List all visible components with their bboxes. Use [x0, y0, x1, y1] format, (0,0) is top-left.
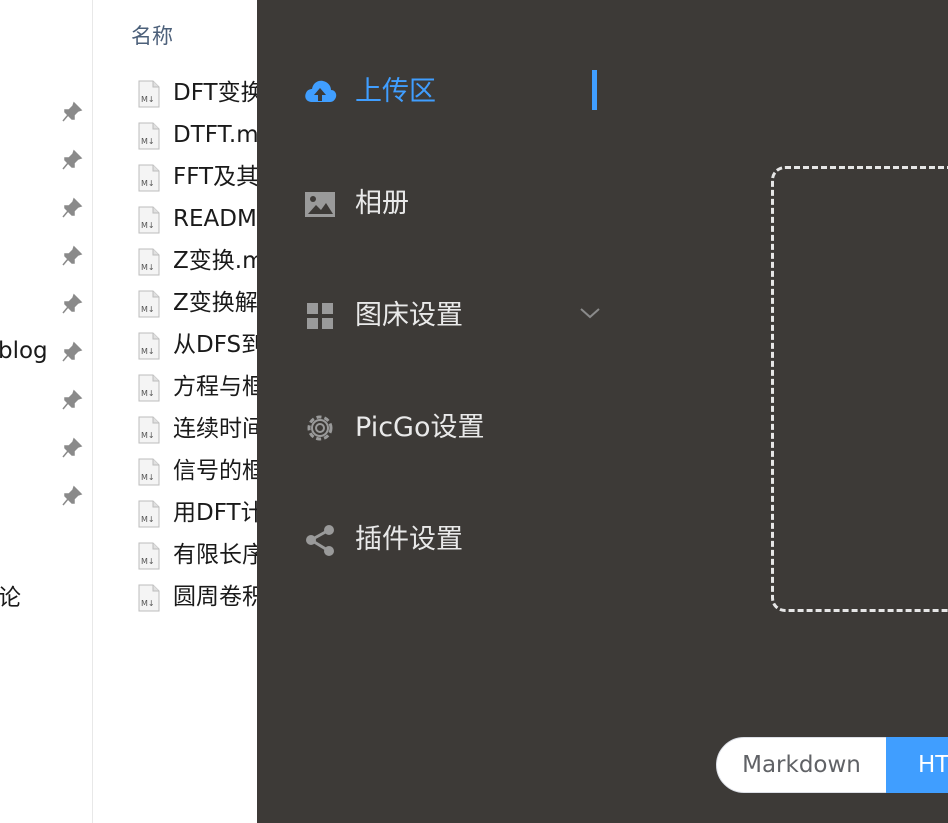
file-row[interactable]: M↓ 信号的框 — [137, 457, 263, 487]
file-row[interactable]: M↓ 圆周卷积 — [137, 583, 263, 613]
file-row[interactable]: M↓ DTFT.m — [137, 121, 263, 151]
pin-icon[interactable] — [61, 389, 83, 411]
pin-icon[interactable] — [61, 101, 83, 123]
quick-access-pane: blog 论 — [0, 0, 93, 823]
menu-label: PicGo设置 — [355, 412, 485, 443]
svg-text:M↓: M↓ — [141, 179, 155, 188]
markdown-file-icon: M↓ — [137, 500, 161, 528]
file-row[interactable]: M↓ 有限长序 — [137, 541, 263, 571]
pin-icon[interactable] — [61, 437, 83, 459]
file-row[interactable]: M↓ Z变换解 — [137, 289, 263, 319]
grid-icon — [303, 300, 337, 332]
file-name: DTFT.m — [173, 122, 259, 148]
file-row[interactable]: M↓ Z变换.m — [137, 247, 263, 277]
format-html-button[interactable]: HTML — [886, 737, 948, 793]
file-name: 方程与框 — [173, 374, 263, 400]
svg-text:M↓: M↓ — [141, 137, 155, 146]
markdown-file-icon: M↓ — [137, 374, 161, 402]
menu-label: 上传区 — [355, 76, 436, 107]
file-explorer-window: blog 论 名称 M↓ DFT变换 M↓ DTFT.m M↓ FFT及其 M↓ READM M… — [0, 0, 263, 823]
svg-text:M↓: M↓ — [141, 431, 155, 440]
file-name: 信号的框 — [173, 458, 263, 484]
file-name: 从DFS到 — [173, 332, 263, 358]
picgo-window: 上传区 相册 图床设置 PicGo设置 插件设置 Markdown HTML — [257, 0, 948, 823]
markdown-file-icon: M↓ — [137, 206, 161, 234]
markdown-file-icon: M↓ — [137, 122, 161, 150]
name-column-header[interactable]: 名称 — [131, 20, 173, 50]
file-row[interactable]: M↓ 用DFT计 — [137, 499, 263, 529]
svg-text:M↓: M↓ — [141, 557, 155, 566]
file-name: 连续时间 — [173, 416, 263, 442]
file-name: READM — [173, 206, 257, 232]
file-name: DFT变换 — [173, 80, 263, 106]
menu-item-gallery[interactable]: 相册 — [303, 184, 603, 224]
pin-icon[interactable] — [61, 197, 83, 219]
menu-item-upload[interactable]: 上传区 — [303, 72, 603, 112]
svg-text:M↓: M↓ — [141, 389, 155, 398]
svg-text:M↓: M↓ — [141, 599, 155, 608]
svg-text:M↓: M↓ — [141, 515, 155, 524]
menu-item-bed-settings[interactable]: 图床设置 — [303, 296, 603, 336]
markdown-file-icon: M↓ — [137, 332, 161, 360]
file-row[interactable]: M↓ 方程与框 — [137, 373, 263, 403]
file-name: 用DFT计 — [173, 500, 263, 526]
chevron-down-icon[interactable] — [579, 306, 601, 320]
menu-label: 图床设置 — [355, 300, 463, 331]
svg-text:M↓: M↓ — [141, 347, 155, 356]
file-row[interactable]: M↓ READM — [137, 205, 263, 235]
file-name: 有限长序 — [173, 542, 263, 568]
file-name: 圆周卷积 — [173, 584, 263, 610]
menu-item-plugin-settings[interactable]: 插件设置 — [303, 520, 603, 560]
menu-label: 插件设置 — [355, 524, 463, 555]
markdown-file-icon: M↓ — [137, 416, 161, 444]
markdown-file-icon: M↓ — [137, 542, 161, 570]
menu-item-picgo-settings[interactable]: PicGo设置 — [303, 408, 603, 448]
file-name: Z变换解 — [173, 290, 258, 316]
markdown-file-icon: M↓ — [137, 80, 161, 108]
share-icon — [303, 524, 337, 556]
gear-icon — [303, 412, 337, 444]
svg-text:M↓: M↓ — [141, 473, 155, 482]
svg-text:M↓: M↓ — [141, 305, 155, 314]
format-markdown-button[interactable]: Markdown — [716, 737, 887, 793]
file-row[interactable]: M↓ FFT及其 — [137, 163, 263, 193]
pin-icon[interactable] — [61, 293, 83, 315]
pin-icon[interactable] — [61, 485, 83, 507]
link-format-toggle: Markdown HTML — [716, 737, 948, 793]
quick-access-label[interactable]: 论 — [0, 578, 21, 612]
markdown-file-icon: M↓ — [137, 458, 161, 486]
markdown-file-icon: M↓ — [137, 248, 161, 276]
file-name: Z变换.m — [173, 248, 263, 274]
quick-access-label[interactable]: blog — [0, 338, 48, 364]
file-row[interactable]: M↓ 从DFS到 — [137, 331, 263, 361]
file-list: 名称 M↓ DFT变换 M↓ DTFT.m M↓ FFT及其 M↓ READM M↓ Z变换.m M… — [93, 0, 263, 823]
menu-label: 相册 — [355, 188, 409, 219]
svg-text:M↓: M↓ — [141, 221, 155, 230]
svg-text:M↓: M↓ — [141, 95, 155, 104]
pin-icon[interactable] — [61, 149, 83, 171]
file-row[interactable]: M↓ DFT变换 — [137, 79, 263, 109]
markdown-file-icon: M↓ — [137, 164, 161, 192]
upload-drop-zone[interactable] — [771, 166, 948, 612]
markdown-file-icon: M↓ — [137, 290, 161, 318]
active-menu-indicator — [592, 70, 597, 110]
markdown-file-icon: M↓ — [137, 584, 161, 612]
svg-text:M↓: M↓ — [141, 263, 155, 272]
file-name: FFT及其 — [173, 164, 260, 190]
file-row[interactable]: M↓ 连续时间 — [137, 415, 263, 445]
pin-icon[interactable] — [61, 245, 83, 267]
pin-icon[interactable] — [61, 341, 83, 363]
picture-icon — [303, 188, 337, 220]
cloud-upload-icon — [303, 76, 337, 108]
